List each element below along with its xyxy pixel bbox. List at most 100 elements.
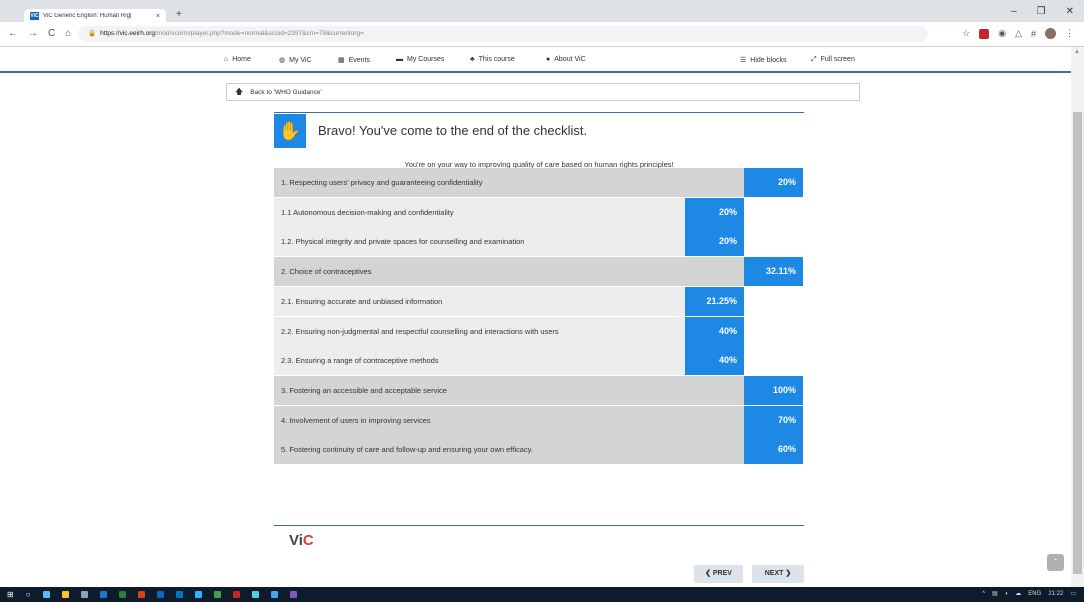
browser-tab[interactable]: ViC ViC Generic English: Human Rig| ×	[24, 9, 166, 23]
clock[interactable]: 21:22	[1048, 591, 1063, 597]
row-score: 32.11%	[744, 257, 803, 287]
row-score: 40%	[685, 346, 744, 376]
onedrive-icon[interactable]: ☁	[1015, 590, 1021, 597]
table-row: 2.3. Ensuring a range of contraceptive m…	[274, 346, 804, 376]
windows-start-icon[interactable]: ⊞	[7, 590, 14, 599]
new-tab-button[interactable]: +	[176, 9, 182, 20]
tray-chevron-icon[interactable]: ^	[982, 591, 985, 597]
scroll-up-icon[interactable]: ▲	[1074, 49, 1080, 55]
profile-avatar[interactable]	[1045, 28, 1056, 39]
row-label: 2.3. Ensuring a range of contraceptive m…	[274, 346, 685, 376]
hash-icon[interactable]: #	[1031, 29, 1036, 39]
minimize-icon[interactable]: –	[1011, 6, 1017, 17]
powerpoint-icon[interactable]	[137, 591, 145, 598]
forward-arrow-icon[interactable]: →	[28, 28, 38, 39]
url-bar[interactable]: 🔒 https://vic.eeirh.org/mod/scorm/player.…	[78, 26, 928, 42]
notifications-icon[interactable]: ▭	[1070, 590, 1076, 597]
language-indicator[interactable]: ENG	[1028, 591, 1041, 597]
extension-icon[interactable]: △	[1015, 28, 1022, 39]
row-score: 60%	[744, 435, 803, 465]
nav-my-courses[interactable]: ▬ My Courses	[396, 56, 444, 63]
back-arrow-icon[interactable]: ←	[8, 28, 18, 39]
row-label: 1.2. Physical integrity and private spac…	[274, 227, 685, 257]
table-row: 4. Involvement of users in improving ser…	[274, 405, 804, 435]
row-score: 20%	[744, 168, 803, 197]
maximize-icon[interactable]: ❐	[1037, 6, 1046, 17]
word-icon[interactable]	[156, 591, 164, 598]
hide-blocks-button[interactable]: ☰ Hide blocks	[740, 56, 786, 64]
divider	[274, 112, 804, 113]
extension-icon[interactable]: ◉	[998, 28, 1006, 39]
full-screen-button[interactable]: ⤢ Full screen	[811, 56, 855, 64]
nav-events[interactable]: ▦ Events	[338, 56, 370, 64]
app-icon[interactable]	[80, 591, 88, 598]
taskbar-apps: ⊞ ○	[0, 590, 297, 599]
info-icon: ●	[546, 56, 551, 63]
os-taskbar: ⊞ ○ ^ ▤ ◖ ☁ ENG 21:22 ▭	[0, 587, 1084, 602]
close-window-icon[interactable]: ✕	[1066, 6, 1074, 17]
site-navbar: ⌂ Home ◍ My ViC ▦ Events ▬ My Courses ♣ This …	[0, 47, 1071, 73]
table-row: 2.2. Ensuring non-judgmental and respect…	[274, 316, 804, 346]
nav-buttons: ← → C ⌂	[8, 28, 71, 39]
nav-home[interactable]: ⌂ Home	[224, 56, 251, 63]
row-score: 100%	[744, 375, 803, 405]
checklist-heading: ✋ Bravo! You've come to the end of the c…	[274, 114, 804, 148]
nav-my-vic[interactable]: ◍ My ViC	[279, 56, 312, 64]
vic-logo: ViC	[289, 532, 314, 549]
reload-icon[interactable]: C	[48, 28, 55, 39]
table-row: 1.1 Autonomous decision-making and confi…	[274, 197, 804, 227]
checklist-panel: ✋ Bravo! You've come to the end of the c…	[274, 112, 804, 549]
list-icon: ☰	[740, 57, 747, 64]
app-icon[interactable]	[270, 591, 278, 598]
lock-icon: 🔒	[88, 30, 97, 37]
row-score: 70%	[744, 405, 803, 435]
row-label: 1.1 Autonomous decision-making and confi…	[274, 197, 685, 227]
back-link-label: Back to 'WHO Guidance'	[250, 89, 322, 96]
excel-icon[interactable]	[118, 591, 126, 598]
taskview-icon[interactable]	[42, 591, 50, 598]
nav-this-course[interactable]: ♣ This course	[470, 56, 515, 63]
sign-language-icon: ✋	[274, 114, 306, 148]
edge-icon[interactable]	[194, 591, 202, 598]
sitemap-icon: ♣	[470, 56, 475, 63]
divider	[274, 525, 804, 526]
nav-about-vic[interactable]: ● About ViC	[546, 56, 586, 63]
calendar-icon: ▦	[338, 57, 345, 64]
row-label: 5. Fostering continuity of care and foll…	[274, 435, 744, 465]
menu-kebab-icon[interactable]: ⋮	[1065, 28, 1074, 39]
acrobat-icon[interactable]	[232, 591, 240, 598]
row-label: 4. Involvement of users in improving ser…	[274, 405, 744, 435]
row-score: 40%	[685, 316, 744, 346]
row-label: 1. Respecting users' privacy and guarant…	[274, 168, 744, 197]
table-row: 3. Fostering an accessible and acceptabl…	[274, 375, 804, 405]
network-icon[interactable]: ▤	[992, 590, 998, 597]
browser-toolbar: ← → C ⌂ 🔒 https://vic.eeirh.org/mod/scorm…	[0, 22, 1084, 47]
app-icon[interactable]	[251, 591, 259, 598]
chrome-icon[interactable]	[213, 591, 221, 598]
dashboard-icon: ◍	[279, 57, 286, 64]
search-icon[interactable]: ○	[26, 590, 31, 599]
back-link[interactable]: 🡅 Back to 'WHO Guidance'	[226, 83, 860, 101]
outlook-icon[interactable]	[99, 591, 107, 598]
next-button[interactable]: NEXT ❯	[752, 565, 804, 583]
scrollbar-thumb[interactable]	[1073, 112, 1082, 574]
page-viewport: ⌂ Home ◍ My ViC ▦ Events ▬ My Courses ♣ This …	[0, 47, 1071, 587]
teams-icon[interactable]	[175, 591, 183, 598]
explorer-icon[interactable]	[61, 591, 69, 598]
star-icon[interactable]: ☆	[962, 28, 970, 39]
row-score: 21.25%	[685, 286, 744, 316]
url-path: /mod/scorm/player.php?mode=normal&scoid=…	[155, 30, 364, 37]
favicon-icon: ViC	[30, 12, 39, 20]
prev-button[interactable]: ❮ PREV	[694, 565, 743, 583]
volume-icon[interactable]: ◖	[1005, 591, 1009, 597]
window-controls: – ❐ ✕	[1011, 6, 1074, 17]
row-label: 2.1. Ensuring accurate and unbiased info…	[274, 286, 685, 316]
close-tab-icon[interactable]: ×	[156, 13, 160, 20]
app-icon[interactable]	[289, 591, 297, 598]
home-icon: ⌂	[224, 56, 229, 63]
pdf-extension-icon[interactable]	[979, 28, 990, 39]
table-row: 2. Choice of contraceptives 32.11%	[274, 257, 804, 287]
home-icon[interactable]: ⌂	[65, 28, 71, 39]
expand-icon: ⤢	[811, 56, 817, 63]
scroll-to-top-button[interactable]: ⌃	[1047, 554, 1064, 571]
